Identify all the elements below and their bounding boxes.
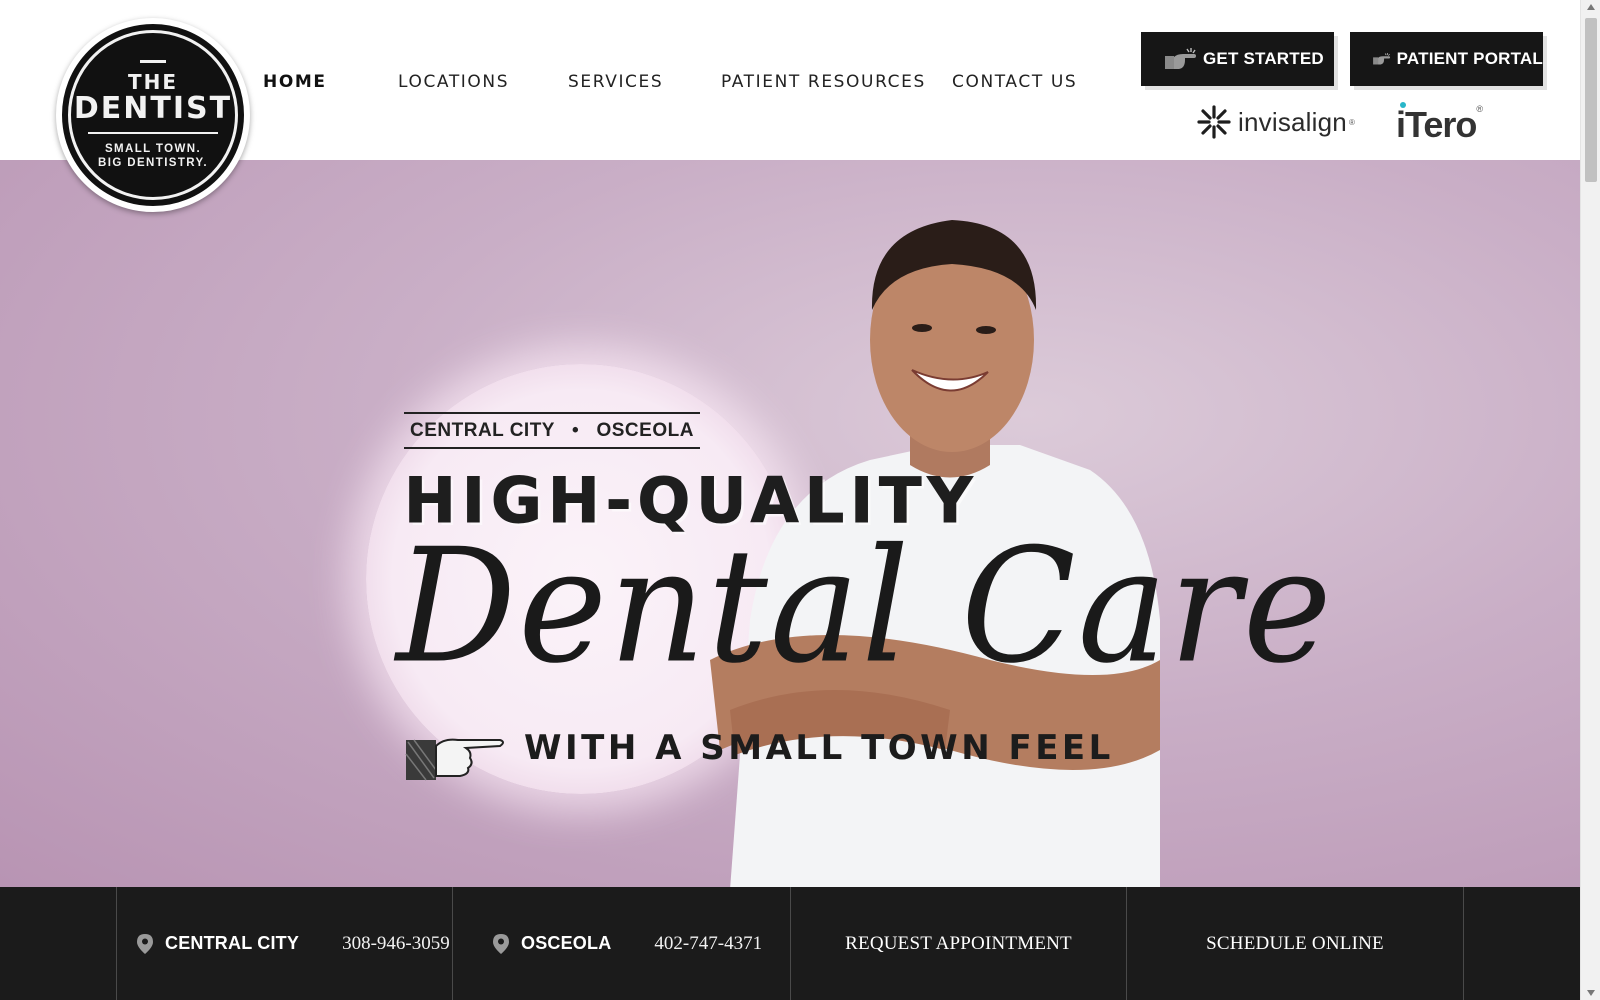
itero-wordmark: iTero	[1396, 104, 1477, 145]
location-city-name: CENTRAL CITY	[165, 933, 300, 953]
logo-line-the: THE	[127, 70, 179, 94]
location-osceola[interactable]: OSCEOLA 402-747-4371	[452, 887, 790, 1000]
hero-town-osceola: OSCEOLA	[596, 420, 694, 441]
logo-tagline-2: BIG DENTISTRY.	[98, 157, 208, 169]
nav-item-home[interactable]: HOME	[263, 72, 327, 92]
invisalign-wordmark: invisalign	[1238, 106, 1347, 137]
location-phone[interactable]: 402-747-4371	[654, 933, 762, 955]
itero-dot	[1400, 102, 1406, 108]
hero-town-central-city: CENTRAL CITY	[410, 420, 555, 441]
invisalign-registered-mark: ®	[1348, 117, 1355, 127]
invisalign-star-icon	[1197, 105, 1231, 139]
map-pin-icon	[493, 933, 509, 954]
logo-line-dentist: DENTIST	[73, 91, 233, 126]
scroll-down-arrow-icon[interactable]	[1587, 990, 1595, 996]
nav-item-locations[interactable]: LOCATIONS	[398, 72, 509, 92]
logo-ring: THE DENTIST SMALL TOWN. BIG DENTISTRY.	[68, 30, 238, 200]
patient-portal-label: PATIENT PORTAL	[1396, 49, 1543, 68]
logo-tagline-1: SMALL TOWN.	[104, 143, 202, 155]
hero-banner: CENTRAL CITY • OSCEOLA HIGH-QUALITY Dent…	[0, 160, 1580, 887]
contact-bar: CENTRAL CITY 308-946-3059 OSCEOLA 402-74…	[0, 887, 1580, 1000]
hero-towns-label: CENTRAL CITY • OSCEOLA	[404, 412, 700, 449]
itero-logo[interactable]: iTero®	[1396, 102, 1483, 146]
request-appointment-button[interactable]: REQUEST APPOINTMENT	[790, 887, 1126, 1000]
site-logo[interactable]: THE DENTIST SMALL TOWN. BIG DENTISTRY.	[56, 18, 250, 212]
site-header: THE DENTIST SMALL TOWN. BIG DENTISTRY. H…	[0, 0, 1580, 212]
nav-item-services[interactable]: SERVICES	[568, 72, 663, 92]
logo-dash	[140, 60, 166, 63]
location-city-name: OSCEOLA	[521, 933, 612, 953]
itero-registered-mark: ®	[1476, 104, 1483, 114]
logo-divider	[88, 132, 218, 134]
location-central-city[interactable]: CENTRAL CITY 308-946-3059	[116, 887, 452, 1000]
pointing-hand-icon	[1165, 48, 1196, 69]
get-started-label: GET STARTED	[1203, 49, 1324, 68]
invisalign-logo[interactable]: invisalign ®	[1196, 102, 1355, 142]
scroll-up-arrow-icon[interactable]	[1587, 4, 1595, 10]
map-pin-icon	[137, 933, 153, 954]
nav-item-contact-us[interactable]: CONTACT US	[952, 72, 1077, 92]
hero-subline: WITH A SMALL TOWN FEEL	[524, 728, 1114, 768]
pointing-hand-icon	[1373, 52, 1391, 65]
scrollbar-thumb[interactable]	[1585, 18, 1597, 182]
location-phone[interactable]: 308-946-3059	[342, 933, 450, 955]
nav-item-patient-resources[interactable]: PATIENT RESOURCES	[721, 72, 926, 92]
hero-script-title: Dental Care	[396, 515, 1334, 699]
page-scrollbar[interactable]	[1580, 0, 1600, 1000]
pointing-hand-icon	[405, 738, 504, 781]
schedule-online-button[interactable]: SCHEDULE ONLINE	[1126, 887, 1464, 1000]
patient-portal-button[interactable]: PATIENT PORTAL	[1350, 32, 1543, 86]
get-started-button[interactable]: GET STARTED	[1141, 32, 1334, 86]
hero-town-separator: •	[571, 420, 580, 441]
